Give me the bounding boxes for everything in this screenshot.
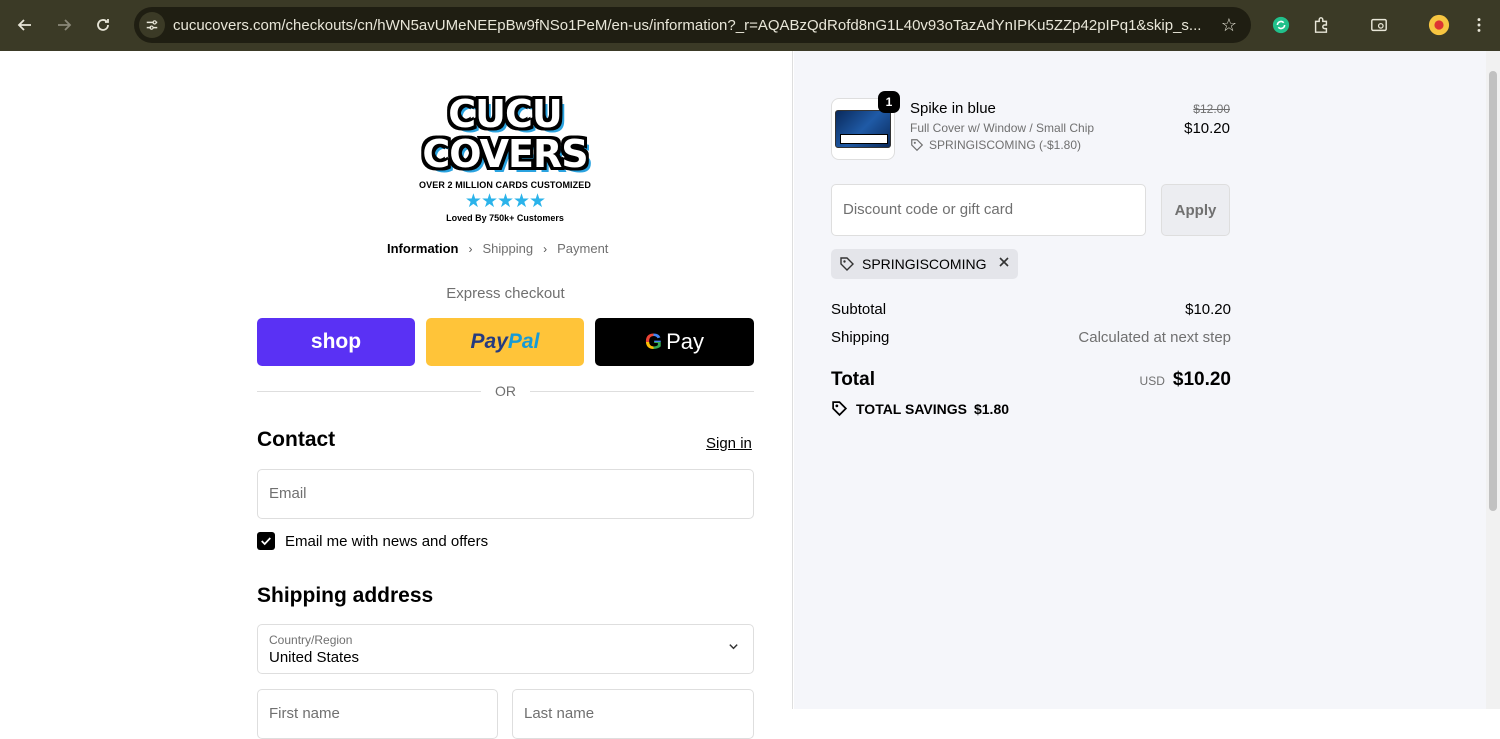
divider-line — [257, 390, 481, 392]
divider-line — [530, 390, 754, 392]
total-label: Total — [831, 369, 875, 390]
logo-text-line1: CUCU — [448, 92, 563, 136]
discount-code-input[interactable]: Discount code or gift card — [831, 184, 1146, 236]
logo-text-line2: COVERS — [422, 132, 588, 176]
applied-code-text: SPRINGISCOMING — [862, 256, 987, 272]
savings-label: TOTAL SAVINGS — [856, 401, 967, 417]
shop-pay-button[interactable]: shop — [257, 318, 415, 366]
product-name: Spike in blue — [910, 100, 996, 117]
currency-code: USD — [1139, 374, 1165, 388]
extensions-puzzle-icon[interactable] — [1309, 13, 1333, 37]
extension-icon[interactable] — [1269, 13, 1293, 37]
forward-button[interactable] — [50, 11, 78, 39]
newsletter-checkbox[interactable] — [257, 532, 275, 550]
total-row: Total USD $10.20 — [831, 369, 1231, 391]
or-text: OR — [495, 383, 516, 399]
arrow-left-icon — [17, 19, 31, 31]
bookmark-star-icon[interactable]: ☆ — [1221, 15, 1237, 36]
back-button[interactable] — [11, 11, 39, 39]
logo-tagline: OVER 2 MILLION CARDS CUSTOMIZED — [419, 180, 591, 190]
tag-icon — [839, 256, 855, 272]
shipping-row: Shipping Calculated at next step — [831, 329, 1231, 346]
product-discount: SPRINGISCOMING (-$1.80) — [910, 138, 1081, 152]
browser-menu-icon[interactable] — [1467, 13, 1491, 37]
shipping-value: Calculated at next step — [1078, 329, 1231, 346]
site-info-icon[interactable] — [139, 12, 165, 38]
tag-icon — [910, 138, 924, 152]
paypal-label-part2: Pal — [507, 330, 540, 353]
chevron-down-icon — [728, 641, 739, 655]
breadcrumb-information: Information — [387, 241, 459, 256]
store-logo[interactable]: CUCU COVERS OVER 2 MILLION CARDS CUSTOMI… — [414, 92, 596, 223]
discounted-price: $10.20 — [1184, 120, 1230, 137]
email-placeholder: Email — [269, 485, 307, 502]
browser-toolbar: cucucovers.com/checkouts/cn/hWN5avUMeNEE… — [0, 0, 1500, 51]
profile-avatar-icon[interactable] — [1427, 13, 1451, 37]
chevron-right-icon: › — [543, 241, 548, 256]
remove-discount-close-icon[interactable] — [998, 255, 1010, 273]
country-label: Country/Region — [269, 633, 353, 647]
logo-loved-text: Loved By 750k+ Customers — [446, 213, 564, 223]
scrollbar-thumb[interactable] — [1489, 71, 1497, 511]
first-name-field[interactable]: First name — [257, 689, 498, 739]
shipping-address-title: Shipping address — [257, 584, 434, 607]
applied-discount-chip: SPRINGISCOMING — [831, 249, 1019, 279]
country-value: United States — [269, 649, 360, 666]
checkout-main: CUCU COVERS OVER 2 MILLION CARDS CUSTOMI… — [0, 51, 793, 739]
total-savings: TOTAL SAVINGS $1.80 — [831, 400, 1009, 418]
contact-title: Contact — [257, 428, 336, 451]
breadcrumb-payment[interactable]: Payment — [557, 241, 608, 256]
rating-stars-icon: ★★★★★ — [464, 191, 546, 212]
sign-in-link[interactable]: Sign in — [706, 435, 752, 452]
original-price: $12.00 — [1193, 102, 1230, 116]
google-pay-button[interactable]: G Pay — [595, 318, 754, 366]
first-name-placeholder: First name — [269, 705, 340, 722]
tab-search-icon[interactable] — [1367, 13, 1391, 37]
quantity-badge: 1 — [878, 91, 900, 113]
breadcrumb: Information › Shipping › Payment — [387, 241, 608, 256]
google-g-icon: G — [644, 329, 663, 354]
reload-button[interactable] — [89, 11, 117, 39]
paypal-label-part1: Pay — [470, 330, 508, 353]
address-bar[interactable]: cucucovers.com/checkouts/cn/hWN5avUMeNEE… — [134, 7, 1251, 43]
arrow-right-icon — [58, 19, 72, 31]
google-pay-label: Pay — [666, 329, 705, 354]
email-field[interactable]: Email — [257, 469, 754, 519]
newsletter-label: Email me with news and offers — [285, 532, 489, 550]
shipping-label: Shipping — [831, 329, 890, 346]
paypal-button[interactable]: Pay Pal — [426, 318, 584, 366]
last-name-field[interactable]: Last name — [512, 689, 754, 739]
last-name-placeholder: Last name — [524, 705, 595, 722]
or-divider: OR — [257, 383, 754, 399]
url-text[interactable]: cucucovers.com/checkouts/cn/hWN5avUMeNEE… — [173, 17, 1203, 34]
breadcrumb-shipping[interactable]: Shipping — [483, 241, 534, 256]
discount-placeholder: Discount code or gift card — [843, 201, 1014, 218]
product-variant: Full Cover w/ Window / Small Chip — [910, 121, 1095, 135]
order-summary: 1 Spike in blue Full Cover w/ Window / S… — [794, 51, 1486, 709]
total-amount: $10.20 — [1172, 369, 1231, 390]
newsletter-option[interactable]: Email me with news and offers — [257, 532, 488, 550]
subtotal-value: $10.20 — [1185, 301, 1231, 318]
savings-tag-icon — [831, 400, 849, 418]
page-scrollbar[interactable] — [1486, 51, 1500, 709]
checkmark-icon — [261, 537, 271, 546]
subtotal-label: Subtotal — [831, 301, 887, 318]
product-discount-text: SPRINGISCOMING (-$1.80) — [929, 138, 1082, 152]
subtotal-row: Subtotal $10.20 — [831, 301, 1231, 318]
express-checkout-title: Express checkout — [446, 285, 565, 302]
reload-icon — [97, 19, 109, 31]
shop-pay-label: shop — [310, 330, 362, 353]
apply-button[interactable]: Apply — [1161, 184, 1230, 236]
country-select[interactable]: Country/Region United States — [257, 624, 754, 674]
product-image — [835, 110, 891, 148]
savings-amount: $1.80 — [973, 401, 1010, 417]
chevron-right-icon: › — [468, 241, 473, 256]
